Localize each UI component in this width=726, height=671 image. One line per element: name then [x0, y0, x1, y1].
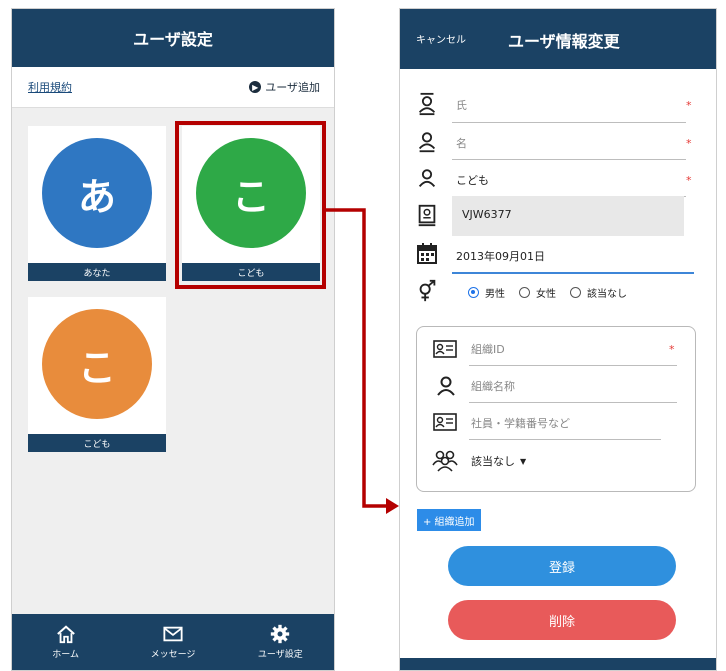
tab-home[interactable]: ホーム	[21, 624, 111, 660]
birthdate-underline	[452, 272, 694, 274]
user-card-anata[interactable]: あ あなた	[28, 126, 166, 281]
chevron-right-icon: ▶	[249, 81, 262, 93]
envelope-icon	[163, 626, 183, 642]
avatar: こ	[42, 309, 152, 419]
user-settings-screen: ユーザ設定 利用規約 ▶ ユーザ追加 あ あなた こ こども こ こども ホーム	[11, 8, 335, 671]
edit-header: キャンセル ユーザ情報変更	[400, 9, 716, 69]
selected-user-highlight	[175, 121, 326, 289]
last-name-field[interactable]: 氏	[456, 97, 467, 113]
person-icon	[418, 92, 436, 116]
edit-user-screen: キャンセル ユーザ情報変更 氏 * 名 * こども * VJW6377 2013…	[399, 8, 717, 671]
required-mark: *	[686, 99, 692, 112]
user-id-field: VJW6377	[452, 196, 684, 236]
org-name-underline	[469, 402, 677, 403]
first-name-underline	[452, 159, 686, 160]
tab-message[interactable]: メッセージ	[128, 624, 218, 660]
gender-female-radio[interactable]	[519, 287, 530, 298]
gender-none-radio[interactable]	[570, 287, 581, 298]
first-name-field[interactable]: 名	[456, 135, 467, 151]
id-card-icon	[433, 340, 457, 358]
bottom-tab-bar: ホーム メッセージ ユーザ設定	[12, 614, 334, 670]
relation-value: 該当なし	[471, 455, 515, 468]
org-name-field[interactable]: 組織名称	[471, 378, 515, 394]
organization-box: 組織ID * 組織名称 社員・学籍番号など 該当なし ▼	[416, 326, 696, 492]
tab-label: ユーザ設定	[257, 650, 303, 660]
add-organization-button[interactable]: + 組織追加	[417, 509, 481, 531]
home-icon	[56, 625, 75, 644]
person-icon	[437, 376, 455, 396]
birthdate-field[interactable]: 2013年09月01日	[456, 248, 545, 264]
member-number-underline	[469, 439, 661, 440]
user-name: あなた	[28, 263, 166, 281]
tab-label: ホーム	[52, 650, 80, 660]
gender-radio-group: 男性 女性 該当なし	[468, 285, 627, 300]
person-icon	[418, 132, 436, 153]
group-icon	[432, 450, 458, 472]
page-title: ユーザ設定	[12, 9, 334, 67]
org-id-field[interactable]: 組織ID	[471, 341, 505, 357]
person-icon	[418, 169, 436, 187]
gender-male-radio[interactable]	[468, 287, 479, 298]
user-id-value: VJW6377	[462, 208, 512, 221]
cancel-button[interactable]: キャンセル	[416, 31, 466, 46]
gender-option-label: 女性	[536, 289, 556, 300]
avatar: あ	[42, 138, 152, 248]
tab-user-settings[interactable]: ユーザ設定	[235, 624, 325, 660]
page-title: ユーザ情報変更	[508, 32, 620, 51]
register-button[interactable]: 登録	[448, 546, 676, 586]
member-number-field[interactable]: 社員・学籍番号など	[471, 415, 570, 431]
id-badge-icon	[418, 204, 436, 227]
user-name: こども	[28, 434, 166, 452]
terms-link[interactable]: 利用規約	[28, 79, 72, 95]
id-card-icon	[433, 413, 457, 431]
calendar-icon	[417, 243, 437, 264]
footer-bar	[400, 658, 716, 670]
user-settings-subbar: 利用規約 ▶ ユーザ追加	[12, 67, 334, 108]
add-user-label: ユーザ追加	[265, 81, 320, 94]
last-name-underline	[452, 122, 686, 123]
relation-dropdown[interactable]: 該当なし ▼	[471, 453, 526, 469]
gender-option-label: 該当なし	[587, 289, 627, 300]
org-id-underline	[469, 365, 677, 366]
required-mark: *	[686, 174, 692, 187]
caret-down-icon: ▼	[520, 456, 527, 466]
gear-icon	[271, 624, 290, 644]
delete-button[interactable]: 削除	[448, 600, 676, 640]
gender-icon	[419, 279, 436, 302]
connector-arrow-icon	[326, 208, 399, 514]
nickname-field[interactable]: こども	[456, 172, 489, 188]
user-card-kodomo-2[interactable]: こ こども	[28, 297, 166, 452]
required-mark: *	[669, 343, 675, 356]
required-mark: *	[686, 137, 692, 150]
add-user-button[interactable]: ▶ ユーザ追加	[249, 79, 320, 95]
tab-label: メッセージ	[150, 650, 196, 660]
gender-option-label: 男性	[485, 289, 505, 300]
